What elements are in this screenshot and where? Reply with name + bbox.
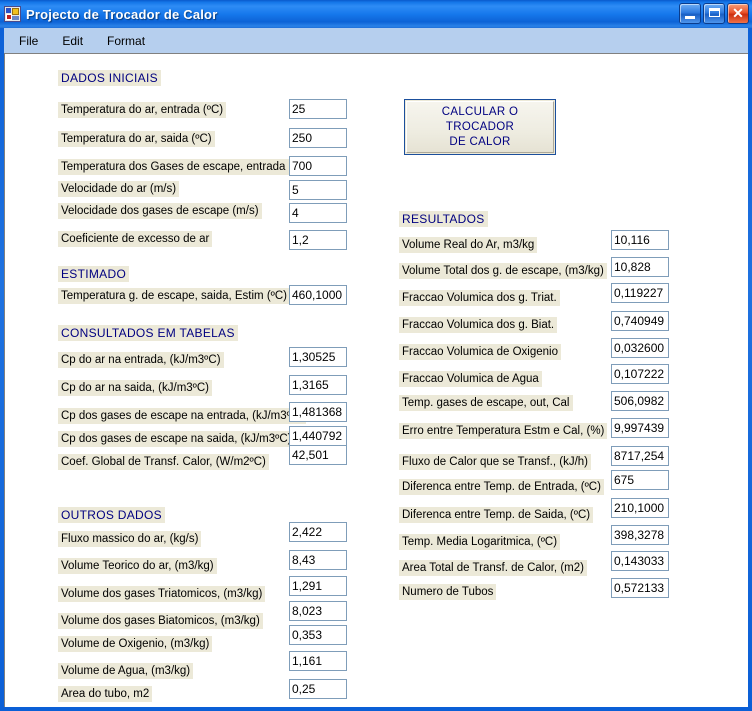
- input-cp-dos-gases-de-escape-na-saida-kjm3c[interactable]: 1,440792: [289, 426, 347, 446]
- label-fraccao-volumica-dos-g-triat: Fraccao Volumica dos g. Triat.: [399, 290, 560, 306]
- label-temperatura-dos-gases-de-escape-entrada-c: Temperatura dos Gases de escape, entrada…: [58, 159, 312, 175]
- section-header-dados_iniciais: DADOS INICIAIS: [58, 70, 161, 86]
- label-cp-do-ar-na-saida-kjm3c: Cp do ar na saida, (kJ/m3ºC): [58, 380, 213, 396]
- label-volume-dos-gases-biatomicos-m3kg: Volume dos gases Biatomicos, (m3/kg): [58, 613, 263, 629]
- form-client-area: DADOS INICIAIS Temperatura do ar, entrada…: [4, 53, 748, 707]
- minimize-icon: [685, 16, 695, 19]
- label-fraccao-volumica-de-oxigenio: Fraccao Volumica de Oxigenio: [399, 344, 561, 360]
- label-area-do-tubo-m2: Area do tubo, m2: [58, 686, 153, 702]
- label-fluxo-massico-do-ar-kgs: Fluxo massico do ar, (kg/s): [58, 531, 202, 547]
- input-volume-total-dos-g-de-escape-m3kg[interactable]: 10,828: [611, 257, 669, 277]
- label-temperatura-g-de-escape-saida-estim-c: Temperatura g. de escape, saida, Estim (…: [58, 288, 290, 304]
- label-volume-total-dos-g-de-escape-m3kg: Volume Total dos g. de escape, (m3/kg): [399, 263, 607, 279]
- minimize-button[interactable]: [679, 3, 701, 24]
- input-fluxo-de-calor-que-se-transf-kjh[interactable]: 8717,254: [611, 446, 669, 466]
- input-coeficiente-de-excesso-de-ar[interactable]: 1,2: [289, 230, 347, 250]
- window-controls: ✕: [679, 3, 749, 24]
- label-numero-de-tubos: Numero de Tubos: [399, 584, 497, 600]
- calculate-heat-exchanger-button[interactable]: CALCULAR O TROCADOR DE CALOR: [404, 99, 556, 155]
- input-cp-do-ar-na-entrada-kjm3c[interactable]: 1,30525: [289, 347, 347, 367]
- input-fraccao-volumica-dos-g-biat[interactable]: 0,740949: [611, 311, 669, 331]
- input-erro-entre-temperatura-estm-e-cal[interactable]: 9,997439: [611, 418, 669, 438]
- label-volume-teorico-do-ar-m3kg: Volume Teorico do ar, (m3/kg): [58, 558, 217, 574]
- calculate-button-line1: CALCULAR O TROCADOR: [441, 105, 519, 133]
- input-temperatura-g-de-escape-saida-estim-c[interactable]: 460,1000: [289, 285, 347, 305]
- input-volume-teorico-do-ar-m3kg[interactable]: 8,43: [289, 550, 347, 570]
- label-cp-do-ar-na-entrada-kjm3c: Cp do ar na entrada, (kJ/m3ºC): [58, 352, 224, 368]
- input-fraccao-volumica-de-agua[interactable]: 0,107222: [611, 364, 669, 384]
- input-area-do-tubo-m2[interactable]: 0,25: [289, 679, 347, 699]
- label-erro-entre-temperatura-estm-e-cal: Erro entre Temperatura Estm e Cal, (%): [399, 423, 608, 439]
- label-velocidade-do-ar-ms: Velocidade do ar (m/s): [58, 181, 180, 197]
- label-temperatura-do-ar-entrada-c: Temperatura do ar, entrada (ºC): [58, 102, 227, 118]
- input-fluxo-massico-do-ar-kgs[interactable]: 2,422: [289, 522, 347, 542]
- label-temp-gases-de-escape-out-cal: Temp. gases de escape, out, Cal: [399, 395, 573, 411]
- menu-item-file[interactable]: File: [10, 31, 47, 51]
- window-title: Projecto de Trocador de Calor: [26, 6, 218, 22]
- input-coef-global-de-transf-calor-wm2c[interactable]: 42,501: [289, 445, 347, 465]
- input-diferenca-entre-temp-de-entrada-c[interactable]: 675: [611, 470, 669, 490]
- input-temp-media-logaritmica-c[interactable]: 398,3278: [611, 525, 669, 545]
- form-icon: [4, 6, 21, 22]
- label-coef-global-de-transf-calor-wm2c: Coef. Global de Transf. Calor, (W/m2ºC): [58, 454, 269, 470]
- section-header-consultados: CONSULTADOS EM TABELAS: [58, 325, 238, 341]
- label-diferenca-entre-temp-de-entrada-c: Diferenca entre Temp. de Entrada, (ºC): [399, 479, 604, 495]
- application-window: Projecto de Trocador de Calor ✕ File Edi…: [0, 0, 752, 711]
- label-diferenca-entre-temp-de-saida-c: Diferenca entre Temp. de Saida, (ºC): [399, 507, 594, 523]
- label-area-total-de-transf-de-calor-m2: Area Total de Transf. de Calor, (m2): [399, 560, 587, 576]
- input-area-total-de-transf-de-calor-m2[interactable]: 0,143033: [611, 551, 669, 571]
- title-bar: Projecto de Trocador de Calor ✕: [0, 0, 752, 28]
- calculate-button-line2: DE CALOR: [449, 135, 511, 148]
- menu-item-edit[interactable]: Edit: [53, 31, 92, 51]
- input-temperatura-dos-gases-de-escape-entrada-c[interactable]: 700: [289, 156, 347, 176]
- input-numero-de-tubos[interactable]: 0,572133: [611, 578, 669, 598]
- input-temperatura-do-ar-saida-c[interactable]: 250: [289, 128, 347, 148]
- label-fraccao-volumica-dos-g-biat: Fraccao Volumica dos g. Biat.: [399, 317, 558, 333]
- input-volume-dos-gases-triatomicos-m3kg[interactable]: 1,291: [289, 576, 347, 596]
- input-volume-de-agua-m3kg[interactable]: 1,161: [289, 651, 347, 671]
- maximize-icon: [709, 8, 720, 17]
- input-fraccao-volumica-dos-g-triat[interactable]: 0,119227: [611, 283, 669, 303]
- calculate-button-label: CALCULAR O TROCADOR DE CALOR: [406, 101, 554, 153]
- input-velocidade-dos-gases-de-escape-ms[interactable]: 4: [289, 203, 347, 223]
- input-volume-real-do-ar-m3kg[interactable]: 10,116: [611, 230, 669, 250]
- input-diferenca-entre-temp-de-saida-c[interactable]: 210,1000: [611, 498, 669, 518]
- section-header-resultados: RESULTADOS: [399, 211, 488, 227]
- section-header-estimado: ESTIMADO: [58, 266, 130, 282]
- close-icon: ✕: [732, 5, 744, 21]
- maximize-button[interactable]: [703, 3, 725, 24]
- menu-item-format[interactable]: Format: [98, 31, 154, 51]
- label-temp-media-logaritmica-c: Temp. Media Logaritmica, (ºC): [399, 534, 561, 550]
- label-coeficiente-de-excesso-de-ar: Coeficiente de excesso de ar: [58, 231, 213, 247]
- input-volume-de-oxigenio-m3kg[interactable]: 0,353: [289, 625, 347, 645]
- label-cp-dos-gases-de-escape-na-entrada-kjm3c: Cp dos gases de escape na entrada, (kJ/m…: [58, 408, 306, 424]
- input-velocidade-do-ar-ms[interactable]: 5: [289, 180, 347, 200]
- input-cp-do-ar-na-saida-kjm3c[interactable]: 1,3165: [289, 375, 347, 395]
- label-volume-dos-gases-triatomicos-m3kg: Volume dos gases Triatomicos, (m3/kg): [58, 586, 266, 602]
- input-cp-dos-gases-de-escape-na-entrada-kjm3c[interactable]: 1,481368: [289, 402, 347, 422]
- label-fraccao-volumica-de-agua: Fraccao Volumica de Agua: [399, 371, 542, 387]
- input-volume-dos-gases-biatomicos-m3kg[interactable]: 8,023: [289, 601, 347, 621]
- label-temperatura-do-ar-saida-c: Temperatura do ar, saida (ºC): [58, 131, 215, 147]
- close-button[interactable]: ✕: [727, 3, 749, 24]
- input-temperatura-do-ar-entrada-c[interactable]: 25: [289, 99, 347, 119]
- input-temp-gases-de-escape-out-cal[interactable]: 506,0982: [611, 391, 669, 411]
- section-header-outros_dados: OUTROS DADOS: [58, 507, 165, 523]
- input-fraccao-volumica-de-oxigenio[interactable]: 0,032600: [611, 338, 669, 358]
- label-cp-dos-gases-de-escape-na-saida-kjm3c: Cp dos gases de escape na saida, (kJ/m3º…: [58, 431, 295, 447]
- label-volume-de-agua-m3kg: Volume de Agua, (m3/kg): [58, 663, 194, 679]
- label-velocidade-dos-gases-de-escape-ms: Velocidade dos gases de escape (m/s): [58, 203, 262, 219]
- menu-bar: File Edit Format: [4, 28, 748, 53]
- label-fluxo-de-calor-que-se-transf-kjh: Fluxo de Calor que se Transf., (kJ/h): [399, 454, 591, 470]
- label-volume-real-do-ar-m3kg: Volume Real do Ar, m3/kg: [399, 237, 538, 253]
- label-volume-de-oxigenio-m3kg: Volume de Oxigenio, (m3/kg): [58, 636, 213, 652]
